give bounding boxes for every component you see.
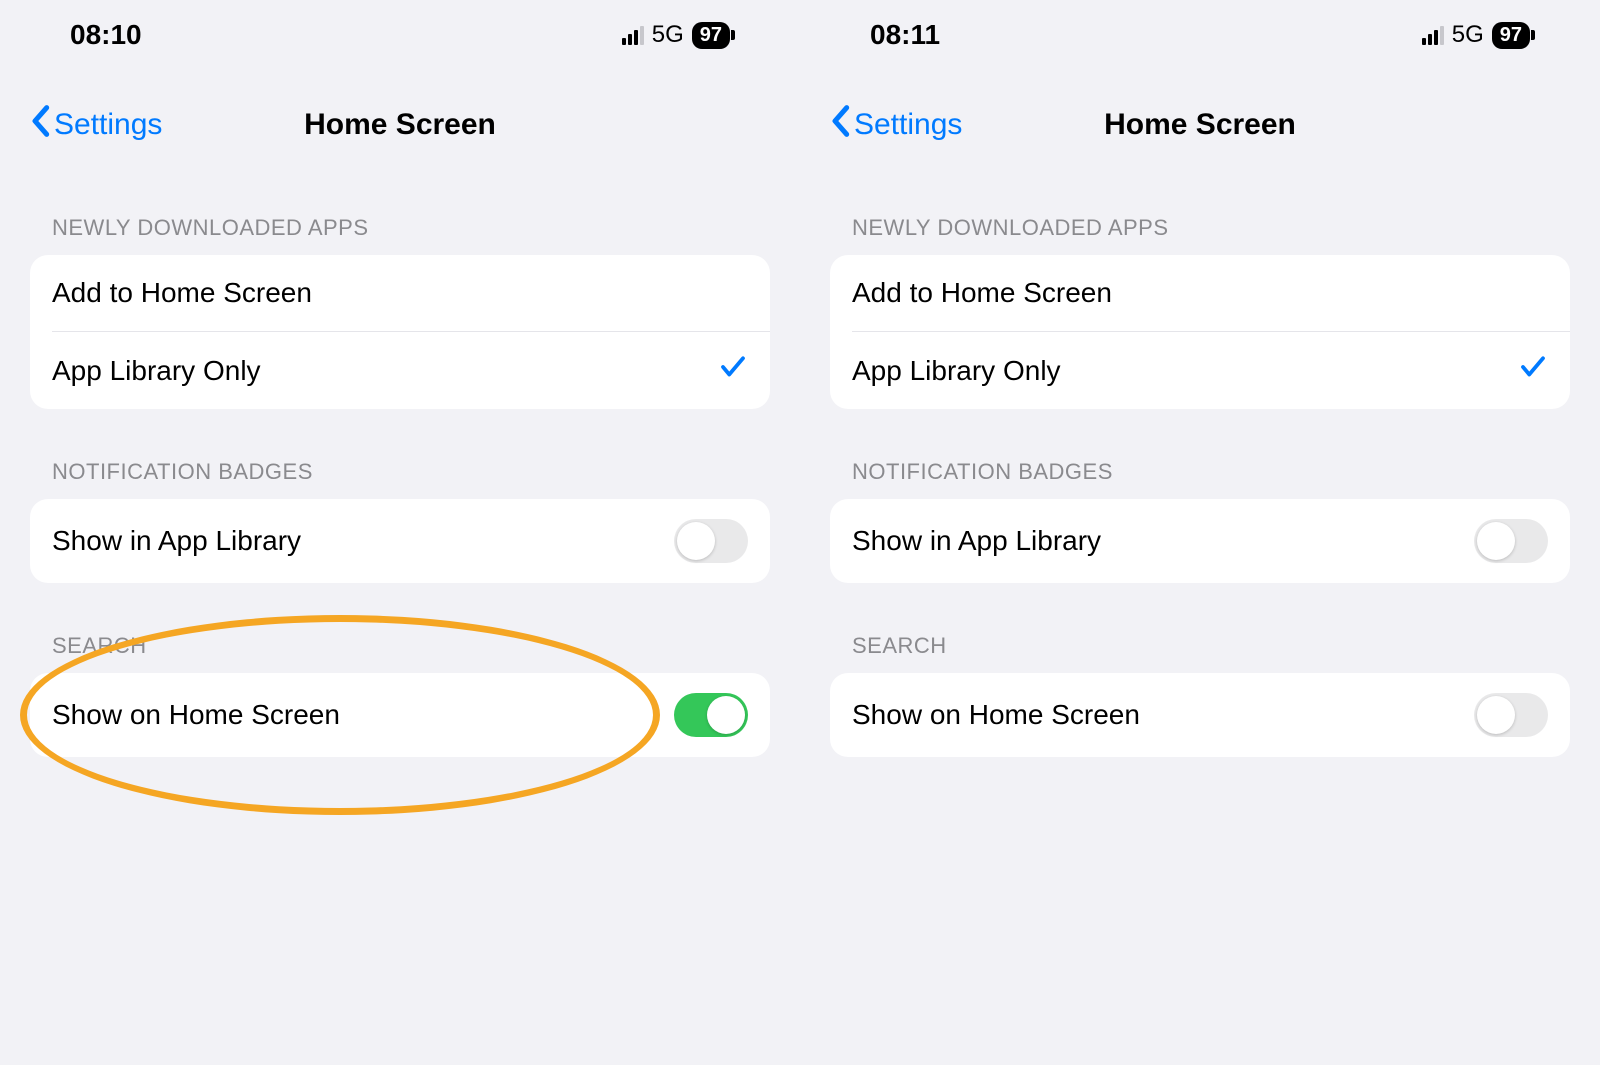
section-search: SEARCH Show on Home Screen <box>830 633 1570 757</box>
page-title: Home Screen <box>304 108 496 142</box>
section-header: NOTIFICATION BADGES <box>30 459 770 499</box>
toggle-card: Show in App Library <box>30 499 770 583</box>
row-label: Show on Home Screen <box>852 699 1140 731</box>
toggle-card: Show in App Library <box>830 499 1570 583</box>
option-label: App Library Only <box>52 355 261 387</box>
network-label: 5G <box>652 21 684 49</box>
phone-left: 08:10 5G 97 Settings Home Screen NEWLY D… <box>0 0 800 1065</box>
toggle-card: Show on Home Screen <box>830 673 1570 757</box>
toggle-show-in-app-library[interactable] <box>674 519 748 563</box>
row-show-on-home-screen: Show on Home Screen <box>30 673 770 757</box>
checkmark-icon <box>1518 352 1548 389</box>
row-label: Show in App Library <box>52 525 301 557</box>
page-title: Home Screen <box>1104 108 1296 142</box>
row-show-in-app-library: Show in App Library <box>30 499 770 583</box>
row-label: Show on Home Screen <box>52 699 340 731</box>
row-label: Show in App Library <box>852 525 1101 557</box>
option-add-to-home[interactable]: Add to Home Screen <box>830 255 1570 331</box>
battery-icon: 97 <box>1492 22 1530 49</box>
option-label: Add to Home Screen <box>852 277 1112 309</box>
back-label: Settings <box>54 108 162 142</box>
section-header: NEWLY DOWNLOADED APPS <box>830 215 1570 255</box>
section-header: SEARCH <box>30 633 770 673</box>
option-app-library-only[interactable]: App Library Only <box>30 332 770 409</box>
checkmark-icon <box>718 352 748 389</box>
row-show-in-app-library: Show in App Library <box>830 499 1570 583</box>
chevron-left-icon <box>30 104 50 146</box>
network-label: 5G <box>1452 21 1484 49</box>
status-time: 08:10 <box>70 19 142 51</box>
nav-header: Settings Home Screen <box>30 90 770 160</box>
phone-right: 08:11 5G 97 Settings Home Screen NEWLY D… <box>800 0 1600 1065</box>
status-bar: 08:10 5G 97 <box>30 0 770 70</box>
option-card: Add to Home Screen App Library Only <box>830 255 1570 409</box>
status-bar: 08:11 5G 97 <box>830 0 1570 70</box>
battery-icon: 97 <box>692 22 730 49</box>
cellular-signal-icon <box>1422 25 1444 45</box>
option-app-library-only[interactable]: App Library Only <box>830 332 1570 409</box>
back-button[interactable]: Settings <box>830 104 962 146</box>
section-search: SEARCH Show on Home Screen <box>30 633 770 757</box>
section-header: NOTIFICATION BADGES <box>830 459 1570 499</box>
section-notification-badges: NOTIFICATION BADGES Show in App Library <box>30 459 770 583</box>
section-header: SEARCH <box>830 633 1570 673</box>
chevron-left-icon <box>830 104 850 146</box>
status-time: 08:11 <box>870 19 940 51</box>
toggle-show-on-home-screen[interactable] <box>674 693 748 737</box>
toggle-card: Show on Home Screen <box>30 673 770 757</box>
toggle-show-in-app-library[interactable] <box>1474 519 1548 563</box>
option-add-to-home[interactable]: Add to Home Screen <box>30 255 770 331</box>
back-button[interactable]: Settings <box>30 104 162 146</box>
cellular-signal-icon <box>622 25 644 45</box>
section-newly-downloaded: NEWLY DOWNLOADED APPS Add to Home Screen… <box>830 215 1570 409</box>
back-label: Settings <box>854 108 962 142</box>
option-label: App Library Only <box>852 355 1061 387</box>
option-label: Add to Home Screen <box>52 277 312 309</box>
section-notification-badges: NOTIFICATION BADGES Show in App Library <box>830 459 1570 583</box>
section-newly-downloaded: NEWLY DOWNLOADED APPS Add to Home Screen… <box>30 215 770 409</box>
toggle-show-on-home-screen[interactable] <box>1474 693 1548 737</box>
status-right: 5G 97 <box>622 21 730 49</box>
row-show-on-home-screen: Show on Home Screen <box>830 673 1570 757</box>
section-header: NEWLY DOWNLOADED APPS <box>30 215 770 255</box>
nav-header: Settings Home Screen <box>830 90 1570 160</box>
status-right: 5G 97 <box>1422 21 1530 49</box>
option-card: Add to Home Screen App Library Only <box>30 255 770 409</box>
